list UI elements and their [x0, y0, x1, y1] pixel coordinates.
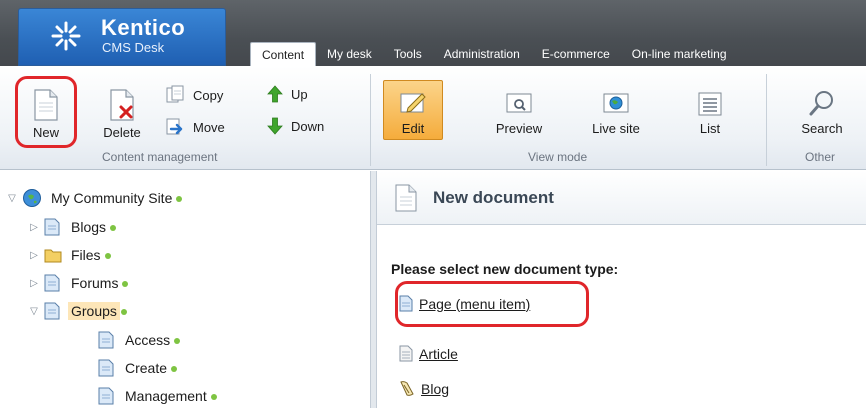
- published-status-dot: [176, 195, 183, 202]
- tree-node-label: Forums: [71, 275, 119, 291]
- content-management-group-label: Content management: [102, 150, 218, 164]
- copy-label: Copy: [193, 87, 224, 103]
- product-name: CMS Desk: [102, 40, 165, 55]
- up-label: Up: [291, 86, 308, 102]
- copy-icon: [166, 85, 184, 103]
- new-button-highlight: [15, 76, 77, 148]
- blog-icon: [400, 381, 414, 396]
- tree-node-groups[interactable]: ▽ Groups: [28, 300, 127, 322]
- tab-administration[interactable]: Administration: [433, 42, 531, 66]
- expand-icon[interactable]: ▷: [28, 222, 40, 233]
- delete-button[interactable]: Delete: [94, 78, 150, 140]
- expand-icon[interactable]: ▷: [28, 278, 40, 289]
- preview-label: Preview: [495, 121, 543, 136]
- published-status-dot: [210, 393, 217, 400]
- list-button[interactable]: List: [688, 80, 732, 136]
- published-status-dot: [120, 308, 127, 315]
- published-status-dot: [122, 280, 129, 287]
- tree-node-forums[interactable]: ▷ Forums: [28, 272, 129, 294]
- doc-type-article[interactable]: Article: [399, 345, 458, 362]
- tree-node-management[interactable]: Management: [98, 385, 217, 407]
- move-icon: [166, 118, 183, 135]
- search-button[interactable]: Search: [790, 80, 854, 136]
- doc-type-label[interactable]: Article: [419, 346, 458, 362]
- document-type-prompt: Please select new document type:: [391, 261, 619, 277]
- new-document-header-icon: [395, 184, 417, 212]
- tree-node-label: Files: [71, 247, 101, 263]
- tab-my-desk[interactable]: My desk: [316, 42, 383, 66]
- tree-node-label-selected: Groups: [68, 302, 120, 320]
- arrow-down-icon: [267, 117, 283, 135]
- preview-button[interactable]: Preview: [488, 80, 550, 136]
- main-panel: New document Please select new document …: [377, 171, 866, 408]
- tree-node-label: Create: [125, 360, 168, 376]
- page-icon: [98, 387, 114, 405]
- tab-on-line-marketing[interactable]: On-line marketing: [621, 42, 738, 66]
- tree-node-label: My Community Site: [51, 190, 173, 206]
- tree-node-label: Blogs: [71, 219, 107, 235]
- edit-icon: [400, 93, 426, 113]
- article-icon: [399, 345, 413, 362]
- panel-header: New document: [377, 171, 866, 225]
- copy-button[interactable]: Copy: [165, 85, 223, 105]
- tree-node-blogs[interactable]: ▷ Blogs: [28, 216, 117, 238]
- pane-splitter[interactable]: [370, 171, 377, 408]
- delete-label: Delete: [103, 125, 141, 140]
- tree-node-create[interactable]: Create: [98, 357, 178, 379]
- tab-tools[interactable]: Tools: [383, 42, 433, 66]
- page-icon: [44, 218, 60, 236]
- doc-type-label[interactable]: Blog: [421, 381, 449, 397]
- other-group-label: Other: [805, 150, 836, 164]
- collapse-icon[interactable]: ▽: [28, 306, 40, 317]
- edit-button[interactable]: Edit: [383, 80, 443, 136]
- toolbar-separator: [766, 74, 767, 166]
- folder-icon: [44, 249, 62, 263]
- list-icon: [698, 92, 722, 116]
- up-button[interactable]: Up: [267, 85, 308, 103]
- live-site-button[interactable]: Live site: [583, 80, 649, 136]
- view-mode-group-label: View mode: [528, 150, 588, 164]
- list-label: List: [699, 121, 721, 136]
- page-title: New document: [433, 188, 554, 207]
- delete-document-icon: [110, 89, 134, 121]
- page-icon: [98, 359, 114, 377]
- tree-node-label: Access: [125, 332, 171, 348]
- expand-icon[interactable]: ▷: [28, 250, 40, 261]
- page-menu-item-highlight: [395, 281, 589, 327]
- app-header: Kentico CMS Desk Content My desk Tools A…: [0, 0, 866, 66]
- content-tree: ▽ My Community Site ▷ Blogs ▷ Files ▷ Fo…: [0, 171, 370, 408]
- published-status-dot: [104, 252, 111, 259]
- tree-node-files[interactable]: ▷ Files: [28, 244, 111, 266]
- doc-type-blog[interactable]: Blog: [399, 380, 449, 397]
- edit-label: Edit: [401, 121, 425, 136]
- page-icon: [44, 274, 60, 292]
- down-label: Down: [291, 118, 325, 134]
- main-tabs: Content My desk Tools Administration E-c…: [250, 42, 738, 66]
- globe-icon: [603, 93, 629, 113]
- site-globe-icon: [23, 189, 41, 207]
- move-label: Move: [193, 119, 225, 135]
- preview-icon: [506, 93, 532, 113]
- tab-e-commerce[interactable]: E-commerce: [531, 42, 621, 66]
- kentico-logo-icon: [51, 21, 81, 51]
- down-button[interactable]: Down: [267, 117, 324, 135]
- published-status-dot: [171, 365, 178, 372]
- search-label: Search: [801, 121, 843, 136]
- toolbar-separator: [370, 74, 371, 166]
- search-icon: [809, 91, 833, 116]
- arrow-up-icon: [267, 85, 283, 103]
- collapse-icon[interactable]: ▽: [6, 193, 18, 204]
- tree-node-label: Management: [125, 388, 207, 404]
- tree-node-access[interactable]: Access: [98, 329, 181, 351]
- live-site-label: Live site: [592, 121, 640, 136]
- page-icon: [98, 331, 114, 349]
- brand-name: Kentico: [101, 15, 186, 40]
- published-status-dot: [174, 337, 181, 344]
- kentico-logo[interactable]: Kentico CMS Desk: [18, 8, 226, 66]
- move-button[interactable]: Move: [165, 117, 225, 137]
- published-status-dot: [110, 224, 117, 231]
- tree-node-root[interactable]: ▽ My Community Site: [6, 187, 183, 209]
- tab-content[interactable]: Content: [250, 42, 317, 66]
- page-icon: [44, 302, 60, 320]
